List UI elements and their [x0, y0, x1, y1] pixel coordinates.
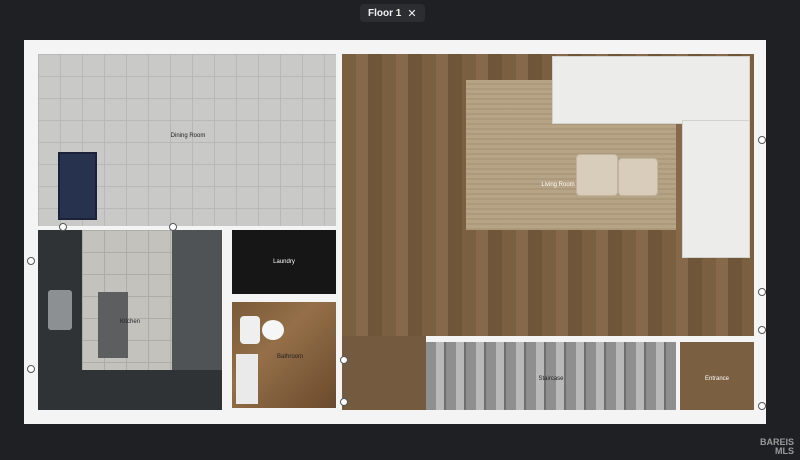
room-living[interactable]: Living Room — [342, 54, 754, 336]
sectional-sofa-top — [552, 56, 750, 124]
label-staircase: Staircase — [538, 376, 564, 382]
entry-mat — [58, 152, 97, 220]
label-bathroom: Bathroom — [276, 354, 304, 360]
room-hall[interactable] — [342, 336, 426, 410]
wall-stairs-entrance — [676, 342, 680, 410]
room-entrance[interactable]: Entrance — [680, 342, 754, 410]
wall-living-stairs — [426, 336, 754, 342]
window-node[interactable] — [27, 365, 35, 373]
toilet-tank — [240, 316, 260, 344]
wall-laundry-bathroom — [232, 294, 336, 302]
kitchen-counter-bottom — [38, 370, 222, 410]
label-laundry: Laundry — [273, 259, 295, 265]
wall-dining-kitchen — [38, 226, 336, 230]
toilet-bowl — [262, 320, 284, 340]
room-bathroom[interactable]: Bathroom — [232, 302, 336, 408]
room-kitchen[interactable]: Kitchen — [38, 230, 222, 410]
close-icon[interactable]: ✕ — [407, 7, 416, 20]
mls-watermark: BAREIS MLS — [760, 438, 794, 456]
window-node[interactable] — [758, 288, 766, 296]
room-laundry[interactable]: Laundry — [232, 230, 336, 294]
floor-label: Floor 1 — [368, 7, 402, 19]
wall-kitchen-laundry — [222, 230, 232, 410]
window-node[interactable] — [758, 326, 766, 334]
door-node[interactable] — [340, 356, 348, 364]
door-node[interactable] — [169, 223, 177, 231]
floor-selector[interactable]: Floor 1 ✕ — [360, 4, 425, 22]
ottoman-left — [576, 154, 618, 196]
window-node[interactable] — [758, 136, 766, 144]
window-node[interactable] — [758, 402, 766, 410]
room-staircase[interactable]: Staircase — [426, 342, 676, 410]
ottoman-right — [618, 158, 658, 196]
kitchen-rug — [98, 292, 128, 358]
floor-plan: Dining Room Kitchen Laundry Bathroom Liv… — [24, 40, 766, 424]
kitchen-appliances — [172, 230, 222, 370]
kitchen-sink — [48, 290, 72, 330]
door-node[interactable] — [340, 398, 348, 406]
room-dining[interactable]: Dining Room — [38, 54, 336, 226]
window-node[interactable] — [27, 257, 35, 265]
label-kitchen: Kitchen — [119, 319, 141, 325]
bathroom-vanity — [236, 354, 258, 404]
watermark-line2: MLS — [775, 446, 794, 456]
sectional-sofa-side — [682, 120, 750, 258]
label-dining-room: Dining Room — [170, 133, 206, 139]
door-node[interactable] — [59, 223, 67, 231]
label-living-room: Living Room — [541, 182, 575, 188]
label-entrance: Entrance — [704, 376, 730, 382]
